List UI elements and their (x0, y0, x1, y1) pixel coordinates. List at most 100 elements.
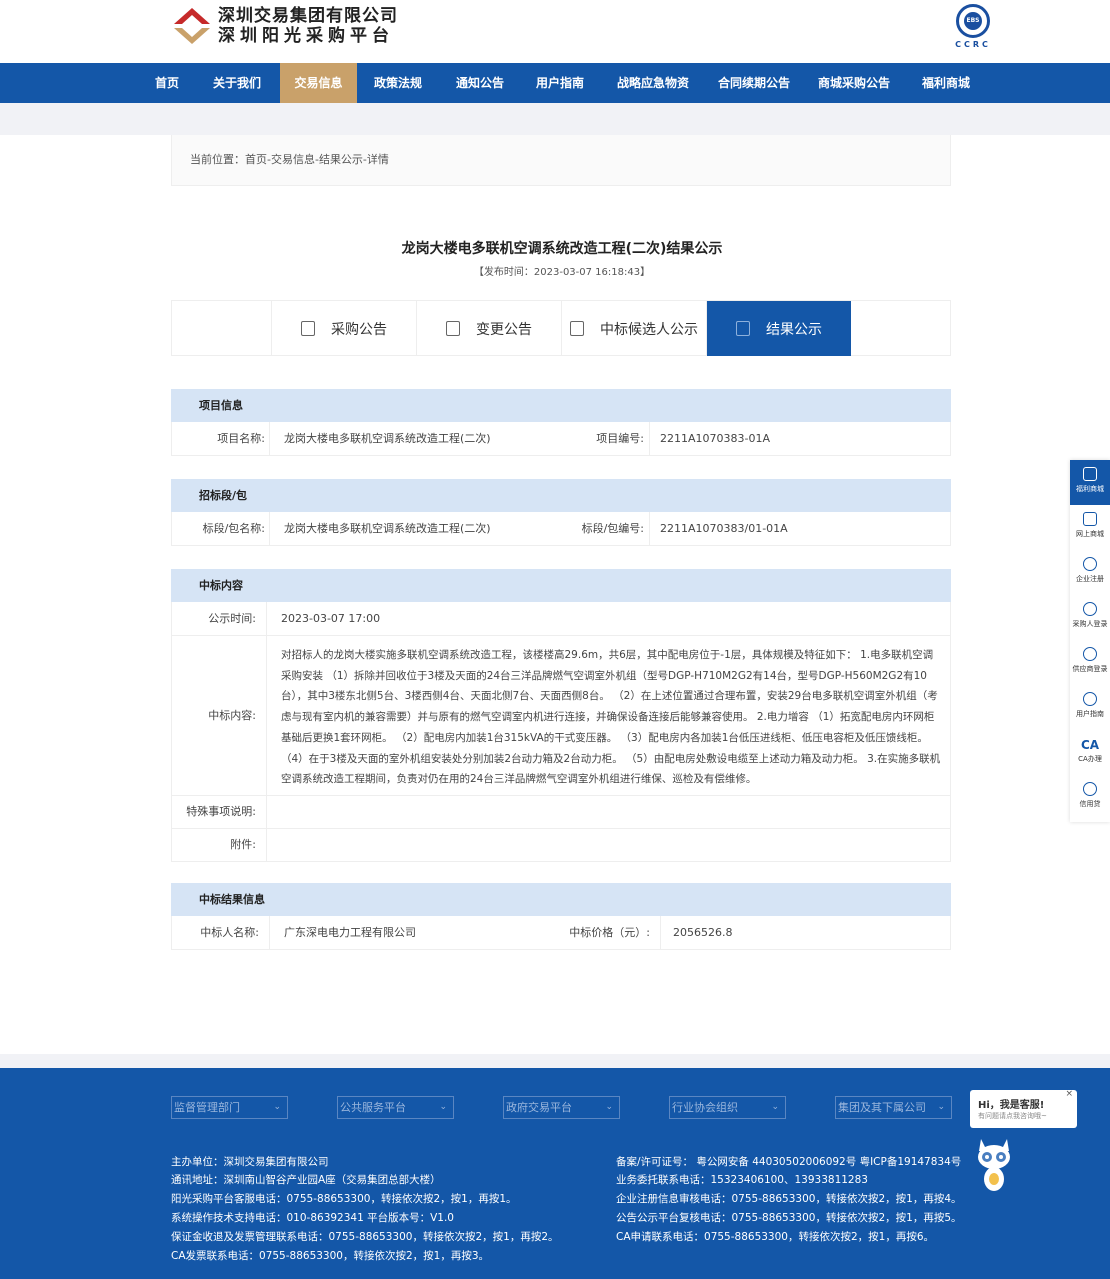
tab-candidate-notice[interactable]: 中标候选人公示 (561, 301, 706, 356)
grey-band (0, 103, 1110, 135)
footer-business-phone: 业务委托联系电话：15323406100、13933811283 (616, 1174, 868, 1186)
footer-tech-support: 系统操作技术支持电话：010-86392341 平台版本号：V1.0 (171, 1212, 454, 1224)
notice-tabs: 采购公告 变更公告 中标候选人公示 结果公示 (171, 300, 951, 356)
sidebar-label: 企业注册 (1076, 575, 1104, 583)
footer-ca-invoice-phone: CA发票联系电话：0755-88653300，转接依次按2，按1，再按3。 (171, 1250, 490, 1262)
footer-address: 通讯地址：深圳南山智谷产业园A座（交易集团总部大楼） (171, 1174, 441, 1186)
nav-item-trade-info[interactable]: 交易信息 (280, 63, 357, 103)
footer-register-phone: 企业注册信息审核电话：0755-88653300，转接依次按2，按1，再按4。 (616, 1193, 962, 1205)
price-label: 中标价格（元）: (562, 916, 650, 949)
winner-value: 广东深电电力工程有限公司 (284, 926, 416, 939)
sidebar-item-welfare-mall[interactable]: 福利商城 (1070, 460, 1110, 505)
footer-service-phone: 阳光采购平台客服电话：0755-88653300，转接依次按2，按1，再按1。 (171, 1193, 517, 1205)
footer-host: 主办单位：深圳交易集团有限公司 (171, 1156, 329, 1168)
logo-company-name: 深圳交易集团有限公司 (218, 6, 398, 26)
nav-item-welfare[interactable]: 福利商城 (917, 63, 975, 103)
tab-label: 采购公告 (331, 321, 387, 338)
money-bag-icon (1083, 782, 1097, 796)
sidebar-item-register[interactable]: 企业注册 (1070, 550, 1110, 595)
footer-select-gov-trading[interactable]: 政府交易平台 ⌄ (503, 1096, 620, 1119)
special-notes-row: 特殊事项说明: (171, 796, 951, 829)
tab-label: 结果公示 (766, 321, 822, 338)
close-icon[interactable]: × (1065, 1089, 1073, 1099)
customer-service-title: Hi，我是客服! (978, 1100, 1045, 1111)
bag-icon (1083, 512, 1097, 526)
footer-band (0, 1054, 1110, 1068)
sidebar-item-buyer-login[interactable]: 采购人登录 (1070, 595, 1110, 640)
customer-service-bubble[interactable]: × Hi，我是客服! 有问题请点我咨询哦~ (970, 1089, 1077, 1128)
sidebar-item-supplier-login[interactable]: 供应商登录 (1070, 640, 1110, 685)
sidebar-label: 信用贷 (1079, 800, 1101, 808)
select-label: 政府交易平台 (506, 1101, 572, 1114)
section-heading-result: 中标结果信息 (171, 883, 951, 916)
award-time-label: 公示时间: (172, 602, 256, 635)
footer-select-associations[interactable]: 行业协会组织 ⌄ (669, 1096, 786, 1119)
tab-label: 中标候选人公示 (600, 321, 698, 338)
lot-name-value: 龙岗大楼电多联机空调系统改造工程(二次) (284, 522, 491, 535)
footer-select-public-service[interactable]: 公共服务平台 ⌄ (337, 1096, 454, 1119)
footer-license[interactable]: 备案/许可证号： 粤公网安备 44030502006092号 粤ICP备1914… (616, 1154, 961, 1171)
user-icon (1083, 647, 1097, 661)
tab-result-notice[interactable]: 结果公示 (706, 301, 851, 356)
footer-select-supervision[interactable]: 监督管理部门 ⌄ (171, 1096, 288, 1119)
logo-platform-name: 深圳阳光采购平台 (218, 26, 394, 46)
nav-item-home[interactable]: 首页 (148, 63, 186, 103)
sidebar-label: 采购人登录 (1072, 620, 1108, 628)
nav-item-about[interactable]: 关于我们 (208, 63, 266, 103)
section-heading-lot: 招标段/包 (171, 479, 951, 512)
lot-name-label: 标段/包名称: (172, 512, 265, 545)
lot-info-row: 标段/包名称: 龙岗大楼电多联机空调系统改造工程(二次) 标段/包编号: 221… (171, 512, 951, 546)
award-content-row: 中标内容: 对招标人的龙岗大楼实施多联机空调系统改造工程，该楼楼高29.6m，共… (171, 636, 951, 796)
page-title: 龙岗大楼电多联机空调系统改造工程(二次)结果公示 (401, 241, 723, 257)
sidebar-label: 福利商城 (1076, 485, 1104, 493)
footer-select-group[interactable]: 集团及其下属公司 ⌄ (835, 1096, 952, 1119)
footer-review-phone: 公告公示平台复核电话：0755-88653300，转接依次按2，按1，再按5。 (616, 1212, 962, 1224)
ccrc-text: CCRC (955, 40, 991, 49)
nav-item-contract[interactable]: 合同续期公告 (715, 63, 793, 103)
gift-icon (1083, 467, 1097, 481)
breadcrumb: 当前位置：首页-交易信息-结果公示-详情 (171, 135, 951, 186)
select-label: 集团及其下属公司 (838, 1101, 926, 1114)
tab-change-notice[interactable]: 变更公告 (416, 301, 561, 356)
site-header: 深圳交易集团有限公司 深圳阳光采购平台 EBS CCRC (0, 0, 1110, 63)
sidebar-item-online-mall[interactable]: 网上商城 (1070, 505, 1110, 550)
select-label: 监督管理部门 (174, 1101, 240, 1114)
nav-item-policy[interactable]: 政策法规 (368, 63, 428, 103)
award-content-text: 对招标人的龙岗大楼实施多联机空调系统改造工程，该楼楼高29.6m，共6层，其中配… (281, 649, 941, 786)
nav-item-mall-purchase[interactable]: 商城采购公告 (815, 63, 893, 103)
result-row: 中标人名称: 广东深电电力工程有限公司 中标价格（元）: 2056526.8 (171, 916, 951, 950)
nav-item-guide[interactable]: 用户指南 (530, 63, 590, 103)
nav-item-notice[interactable]: 通知公告 (450, 63, 510, 103)
sidebar-item-credit-loan[interactable]: 信用贷 (1070, 775, 1110, 820)
chevron-down-icon: ⌄ (771, 1102, 779, 1112)
chevron-down-icon: ⌄ (605, 1102, 613, 1112)
ca-icon: CA (1080, 738, 1100, 752)
price-value: 2056526.8 (673, 926, 733, 939)
sidebar-item-ca[interactable]: CA CA办理 (1070, 730, 1110, 775)
site-logo[interactable]: 深圳交易集团有限公司 深圳阳光采购平台 (172, 6, 398, 46)
award-time-value: 2023-03-07 17:00 (281, 612, 381, 625)
winner-label: 中标人名称: (172, 916, 259, 949)
section-heading-project: 项目信息 (171, 389, 951, 422)
sidebar-label: 供应商登录 (1072, 665, 1108, 673)
ebs-label: EBS (964, 12, 982, 30)
project-code-value: 2211A1070383-01A (660, 432, 770, 445)
logo-mark-icon (172, 6, 212, 46)
project-name-value: 龙岗大楼电多联机空调系统改造工程(二次) (284, 432, 491, 445)
project-name-label: 项目名称: (172, 422, 265, 455)
document-icon (301, 321, 315, 336)
award-time-row: 公示时间: 2023-03-07 17:00 (171, 602, 951, 636)
sidebar-item-user-guide[interactable]: 用户指南 (1070, 685, 1110, 730)
select-label: 行业协会组织 (672, 1101, 738, 1114)
lot-code-label: 标段/包编号: (562, 512, 644, 545)
mascot-icon[interactable] (975, 1135, 1013, 1195)
section-heading-award: 中标内容 (171, 569, 951, 602)
publish-time: 【发布时间：2023-03-07 16:18:43】 (473, 267, 651, 278)
floating-sidebar: 福利商城 网上商城 企业注册 采购人登录 供应商登录 用户指南 CA CA办理 信… (1070, 460, 1110, 822)
ccrc-badge: EBS CCRC (953, 4, 993, 56)
tab-procurement-notice[interactable]: 采购公告 (271, 301, 416, 356)
attachment-row: 附件: (171, 829, 951, 862)
nav-item-emergency[interactable]: 战略应急物资 (613, 63, 693, 103)
chevron-down-icon: ⌄ (937, 1102, 945, 1112)
chevron-down-icon: ⌄ (273, 1102, 281, 1112)
